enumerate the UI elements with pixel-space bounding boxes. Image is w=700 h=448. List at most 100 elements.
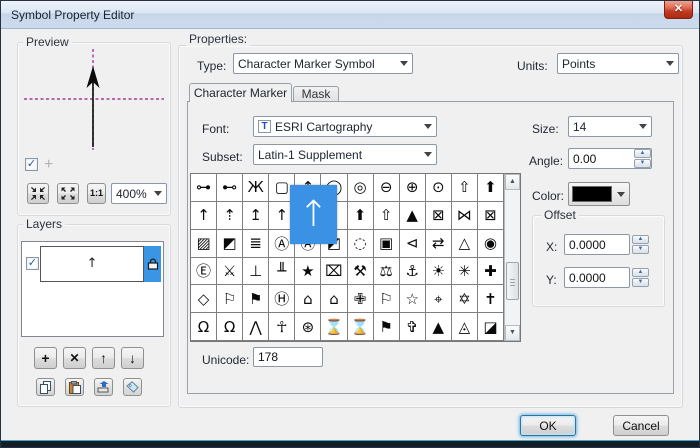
color-picker-button[interactable] bbox=[568, 182, 630, 206]
char-cell[interactable]: ✳ bbox=[451, 257, 478, 286]
char-cell[interactable]: ⌛ bbox=[347, 313, 374, 341]
char-cell[interactable]: ▣ bbox=[373, 229, 400, 258]
char-cell[interactable]: ╨ bbox=[269, 257, 296, 286]
spin-down-button[interactable]: ▼ bbox=[634, 159, 651, 168]
char-cell[interactable]: ⚒ bbox=[347, 257, 374, 286]
char-cell[interactable]: ⌛ bbox=[321, 313, 348, 341]
char-cell[interactable]: ⊲ bbox=[399, 229, 426, 258]
char-cell[interactable]: ⊷ bbox=[217, 174, 244, 202]
char-cell[interactable]: Ⓔ bbox=[191, 257, 218, 286]
type-dropdown[interactable]: Character Marker Symbol bbox=[233, 53, 413, 74]
char-cell[interactable]: ⇧ bbox=[373, 201, 400, 230]
char-cell[interactable]: ⚑ bbox=[243, 285, 270, 314]
zoom-full-extent-button[interactable] bbox=[57, 183, 79, 204]
char-cell[interactable]: ◩ bbox=[217, 229, 244, 258]
char-cell[interactable]: ⊠ bbox=[477, 201, 504, 230]
char-cell[interactable]: ✡ bbox=[451, 285, 478, 314]
char-cell[interactable]: ☥ bbox=[269, 313, 296, 341]
spin-up-button[interactable]: ▲ bbox=[632, 268, 649, 277]
char-cell[interactable]: ⊖ bbox=[373, 174, 400, 202]
char-cell[interactable]: ⋀ bbox=[243, 313, 270, 341]
char-cell[interactable]: ⋈ bbox=[451, 201, 478, 230]
char-cell[interactable]: ◇ bbox=[191, 285, 218, 314]
title-bar[interactable]: Symbol Property Editor ✕ bbox=[1, 1, 699, 29]
layer-visibility-checkbox[interactable]: ✓ bbox=[26, 257, 39, 270]
char-cell[interactable]: △ bbox=[451, 229, 478, 258]
scroll-up-button[interactable]: ▲ bbox=[505, 174, 520, 190]
char-cell[interactable]: ▲ bbox=[425, 313, 452, 341]
zoom-one-to-one-button[interactable]: 1:1 bbox=[87, 183, 106, 204]
char-cell[interactable]: ▲ bbox=[399, 201, 426, 230]
char-cell[interactable]: ⊕ bbox=[399, 174, 426, 202]
offset-x-input[interactable] bbox=[564, 234, 630, 255]
char-cell[interactable]: ✝ bbox=[477, 285, 504, 314]
char-cell[interactable]: ✙ bbox=[347, 285, 374, 314]
angle-spinner[interactable]: ▲ ▼ bbox=[634, 149, 651, 168]
char-cell[interactable]: ⌧ bbox=[321, 257, 348, 286]
char-cell[interactable]: ⇡ bbox=[217, 201, 244, 230]
char-cell[interactable]: ⊛ bbox=[295, 313, 322, 341]
zoom-level-dropdown[interactable]: 400% bbox=[111, 183, 167, 204]
char-cell[interactable]: ⬆ bbox=[477, 174, 504, 202]
char-cell[interactable]: ⌂ bbox=[321, 285, 348, 314]
char-cell[interactable]: ⚐ bbox=[217, 285, 244, 314]
copy-layer-button[interactable] bbox=[36, 378, 55, 396]
move-layer-down-button[interactable]: ↓ bbox=[121, 347, 144, 369]
scrollbar-thumb[interactable] bbox=[506, 262, 519, 300]
tab-character-marker[interactable]: Character Marker bbox=[189, 83, 292, 102]
spin-down-button[interactable]: ▼ bbox=[632, 245, 649, 254]
char-cell[interactable]: ◬ bbox=[451, 313, 478, 341]
char-cell[interactable]: ☆ bbox=[399, 285, 426, 314]
paste-layer-button[interactable] bbox=[65, 378, 84, 396]
char-cell[interactable]: ⚖ bbox=[373, 257, 400, 286]
size-dropdown[interactable]: 14 bbox=[568, 116, 652, 137]
offset-y-spinner[interactable]: ▲ ▼ bbox=[632, 268, 649, 287]
char-cell[interactable]: Ω bbox=[191, 313, 218, 341]
char-cell[interactable]: ↥ bbox=[243, 201, 270, 230]
subset-dropdown[interactable]: Latin-1 Supplement bbox=[253, 144, 437, 165]
zoom-to-fit-button[interactable] bbox=[27, 183, 49, 204]
char-cell[interactable]: ⊥ bbox=[243, 257, 270, 286]
scroll-down-button[interactable]: ▼ bbox=[505, 325, 520, 341]
layers-list[interactable]: ✓ ↑ bbox=[21, 241, 164, 337]
ok-button[interactable]: OK bbox=[520, 415, 576, 436]
offset-x-spinner[interactable]: ▲ ▼ bbox=[632, 235, 649, 254]
units-dropdown[interactable]: Points bbox=[557, 53, 679, 74]
char-cell[interactable]: ⚑ bbox=[373, 313, 400, 341]
close-button[interactable]: ✕ bbox=[664, 1, 693, 19]
char-cell[interactable]: ✚ bbox=[477, 257, 504, 286]
spin-down-button[interactable]: ▼ bbox=[632, 278, 649, 287]
char-cell[interactable]: ✞ bbox=[399, 313, 426, 341]
layer-row[interactable]: ✓ ↑ bbox=[24, 245, 161, 282]
char-cell[interactable]: ⊶ bbox=[191, 174, 218, 202]
offset-y-input[interactable] bbox=[564, 267, 630, 288]
char-cell[interactable]: ◎ bbox=[347, 174, 374, 202]
char-cell[interactable]: Ω bbox=[217, 313, 244, 341]
char-cell[interactable]: ⇧ bbox=[451, 174, 478, 202]
char-cell[interactable]: ◪ bbox=[477, 313, 504, 341]
char-cell[interactable]: ≣ bbox=[243, 229, 270, 258]
properties-tag-button[interactable] bbox=[123, 378, 142, 396]
tab-mask[interactable]: Mask bbox=[293, 86, 339, 102]
char-cell[interactable]: ⇄ bbox=[425, 229, 452, 258]
cancel-button[interactable]: Cancel bbox=[613, 415, 669, 436]
char-cell[interactable]: ⚔ bbox=[217, 257, 244, 286]
layer-lock-cell[interactable] bbox=[144, 245, 161, 282]
font-dropdown[interactable]: T ESRI Cartography bbox=[253, 116, 437, 137]
char-cell[interactable]: ⬆ bbox=[347, 201, 374, 230]
char-cell[interactable]: ▨ bbox=[191, 229, 218, 258]
move-layer-up-button[interactable]: ↑ bbox=[92, 347, 115, 369]
char-cell[interactable]: Ж bbox=[243, 174, 270, 202]
export-layer-button[interactable] bbox=[94, 378, 113, 396]
char-cell[interactable]: ⚐ bbox=[373, 285, 400, 314]
spin-up-button[interactable]: ▲ bbox=[632, 235, 649, 244]
char-cell[interactable]: ⌂ bbox=[295, 285, 322, 314]
delete-layer-button[interactable]: ✕ bbox=[63, 347, 86, 369]
char-cell[interactable]: ⊠ bbox=[425, 201, 452, 230]
layer-symbol-thumbnail[interactable]: ↑ bbox=[39, 245, 145, 282]
unicode-input[interactable] bbox=[253, 347, 323, 367]
char-cell[interactable]: ⌖ bbox=[425, 285, 452, 314]
char-cell[interactable]: ◌ bbox=[347, 229, 374, 258]
char-cell[interactable]: ☀ bbox=[425, 257, 452, 286]
char-cell[interactable]: ★ bbox=[295, 257, 322, 286]
